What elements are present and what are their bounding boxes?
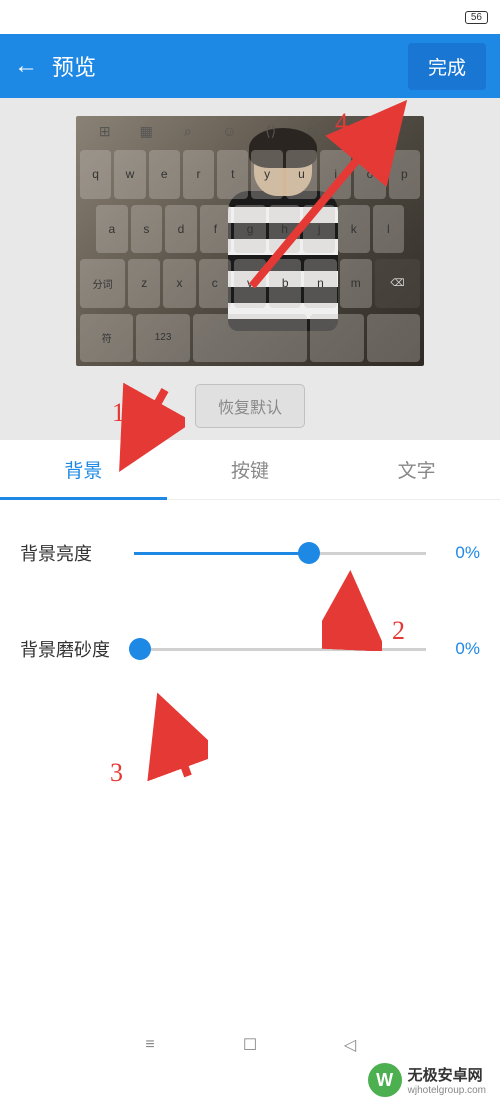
key-c[interactable]: c <box>199 259 231 308</box>
search-icon[interactable]: ⌕ <box>178 121 198 141</box>
sliders-panel: 背景亮度 0% 背景磨砂度 0% <box>0 500 500 662</box>
key-s[interactable]: s <box>131 205 163 254</box>
back-nav-icon[interactable]: ◁ <box>340 1035 360 1055</box>
annotation-arrow-4 <box>242 96 422 296</box>
back-icon[interactable]: ← <box>14 54 38 78</box>
key-lang[interactable] <box>310 314 363 363</box>
watermark: 无极安卓网 wjhotelgroup.com <box>368 1063 486 1097</box>
key-z[interactable]: z <box>128 259 160 308</box>
tab-text[interactable]: 文字 <box>333 440 500 499</box>
battery-level: 56 <box>465 11 488 24</box>
key-w[interactable]: w <box>114 150 145 199</box>
key-123[interactable]: 123 <box>136 314 189 363</box>
tab-keys[interactable]: 按键 <box>167 440 334 499</box>
key-enter[interactable] <box>367 314 420 363</box>
key-q[interactable]: q <box>80 150 111 199</box>
key-x[interactable]: x <box>163 259 195 308</box>
brightness-slider-row: 背景亮度 0% <box>20 540 480 566</box>
header: ← 预览 完成 <box>0 34 500 98</box>
blur-slider-row: 背景磨砂度 0% <box>20 636 480 662</box>
annotation-arrow-1 <box>105 380 185 480</box>
key-a[interactable]: a <box>96 205 128 254</box>
brightness-value: 0% <box>440 543 480 563</box>
status-right: 56 <box>465 11 488 24</box>
grid-icon[interactable]: ⊞ <box>95 121 115 141</box>
tabs: 背景 按键 文字 <box>0 440 500 500</box>
key-symbol[interactable]: 符 <box>80 314 133 363</box>
key-e[interactable]: e <box>149 150 180 199</box>
emoji-icon[interactable]: ☺ <box>219 121 239 141</box>
blur-slider[interactable] <box>134 648 426 651</box>
annotation-arrow-3 <box>138 688 208 783</box>
annotation-arrow-2 <box>322 566 382 651</box>
restore-default-button[interactable]: 恢复默认 <box>195 384 305 428</box>
key-f[interactable]: f <box>200 205 232 254</box>
layout-icon[interactable]: ▦ <box>136 121 156 141</box>
nav-bar: ≡ ☐ ◁ <box>0 1025 500 1065</box>
key-split[interactable]: 分词 <box>80 259 125 308</box>
annotation-3: 3 <box>110 758 123 788</box>
page-title: 预览 <box>52 50 408 82</box>
blur-value: 0% <box>440 639 480 659</box>
brightness-label: 背景亮度 <box>20 540 120 566</box>
home-icon[interactable]: ☐ <box>240 1035 260 1055</box>
blur-label: 背景磨砂度 <box>20 636 120 662</box>
done-button[interactable]: 完成 <box>408 43 486 90</box>
status-bar: 56 <box>0 0 500 34</box>
watermark-url: wjhotelgroup.com <box>408 1085 486 1096</box>
key-space[interactable] <box>193 314 307 363</box>
watermark-logo-icon <box>368 1063 402 1097</box>
brightness-thumb[interactable] <box>298 542 320 564</box>
menu-icon[interactable]: ≡ <box>140 1035 160 1055</box>
keyboard-row-4: 符 123 <box>80 314 420 363</box>
key-d[interactable]: d <box>165 205 197 254</box>
key-r[interactable]: r <box>183 150 214 199</box>
watermark-title: 无极安卓网 <box>408 1064 486 1085</box>
blur-thumb[interactable] <box>129 638 151 660</box>
brightness-slider[interactable] <box>134 552 426 555</box>
